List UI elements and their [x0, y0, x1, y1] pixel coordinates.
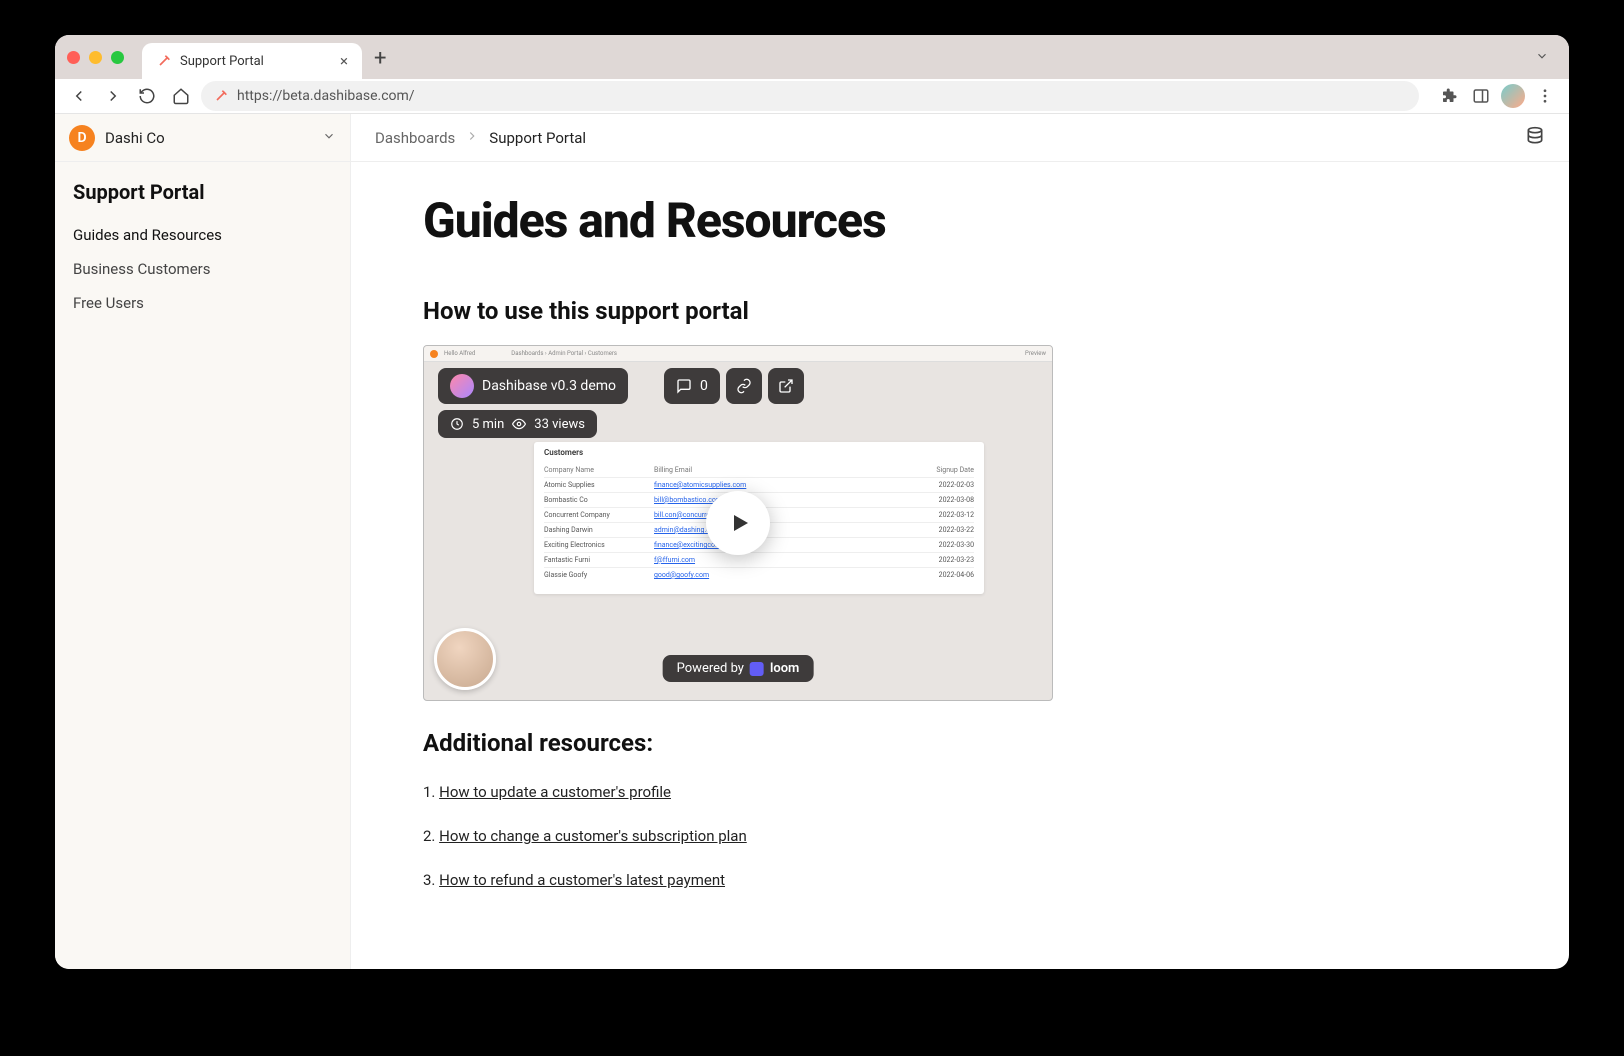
video-mock-header: Hello Alfred Dashboards › Admin Portal ›… [424, 346, 1052, 362]
extensions-icon[interactable] [1435, 82, 1463, 110]
section-resources: Additional resources: [423, 729, 1497, 757]
chevron-right-icon [465, 129, 479, 147]
play-button[interactable] [706, 491, 770, 555]
browser-tab[interactable]: Support Portal × [142, 43, 362, 79]
back-button[interactable] [65, 82, 93, 110]
tab-strip: Support Portal × + [55, 35, 1569, 79]
favicon-icon [156, 53, 172, 69]
tab-title: Support Portal [180, 54, 264, 69]
profile-avatar[interactable] [1499, 82, 1527, 110]
video-title-pill: Dashibase v0.3 demo [438, 368, 628, 404]
sidebar: D Dashi Co Support Portal Guides and Res… [55, 114, 351, 969]
tab-close-icon[interactable]: × [340, 52, 348, 70]
video-views: 33 views [534, 417, 585, 432]
link-icon [736, 378, 752, 394]
new-tab-button[interactable]: + [374, 48, 386, 70]
address-bar[interactable]: https://beta.dashibase.com/ [201, 81, 1419, 111]
url-text: https://beta.dashibase.com/ [237, 88, 415, 104]
window-maximize-icon[interactable] [111, 51, 124, 64]
window-minimize-icon[interactable] [89, 51, 102, 64]
tabs-dropdown-icon[interactable] [1535, 48, 1549, 67]
resource-item: 1. How to update a customer's profile [423, 783, 1497, 801]
page-title: Guides and Resources [423, 192, 1497, 249]
breadcrumb: Dashboards Support Portal [351, 114, 1569, 162]
browser-menu-icon[interactable] [1531, 82, 1559, 110]
sidebar-item-business[interactable]: Business Customers [63, 252, 342, 286]
resource-item: 3. How to refund a customer's latest pay… [423, 871, 1497, 889]
video-comments-count: 0 [700, 378, 708, 394]
sidebar-item-free-users[interactable]: Free Users [63, 286, 342, 320]
browser-toolbar: https://beta.dashibase.com/ [55, 79, 1569, 114]
resource-item: 2. How to change a customer's subscripti… [423, 827, 1497, 845]
breadcrumb-current: Support Portal [489, 129, 586, 147]
external-link-icon [778, 378, 794, 394]
video-comments-pill[interactable]: 0 [664, 368, 720, 404]
org-avatar: D [69, 125, 95, 151]
presenter-avatar-icon [450, 374, 474, 398]
reload-button[interactable] [133, 82, 161, 110]
forward-button[interactable] [99, 82, 127, 110]
sidebar-title: Support Portal [63, 180, 342, 218]
chevron-down-icon [322, 128, 336, 147]
site-info-icon[interactable] [213, 88, 229, 104]
loom-logo-icon [750, 662, 764, 676]
org-switcher[interactable]: D Dashi Co [55, 114, 350, 162]
home-button[interactable] [167, 82, 195, 110]
clock-icon [450, 417, 464, 431]
section-howto: How to use this support portal [423, 297, 1497, 325]
resource-link-3[interactable]: How to refund a customer's latest paymen… [439, 871, 725, 889]
resource-link-1[interactable]: How to update a customer's profile [439, 783, 671, 801]
play-icon [728, 511, 752, 535]
comment-icon [676, 378, 692, 394]
window-controls [67, 51, 124, 64]
window-close-icon[interactable] [67, 51, 80, 64]
powered-by-badge[interactable]: Powered by loom [663, 655, 814, 682]
breadcrumb-root[interactable]: Dashboards [375, 129, 455, 147]
video-embed[interactable]: Hello Alfred Dashboards › Admin Portal ›… [423, 345, 1053, 701]
database-icon[interactable] [1525, 126, 1545, 150]
sidebar-item-guides[interactable]: Guides and Resources [63, 218, 342, 252]
org-name: Dashi Co [105, 129, 312, 147]
video-title: Dashibase v0.3 demo [482, 378, 616, 394]
video-duration: 5 min [472, 417, 504, 432]
presenter-bubble [434, 628, 496, 690]
eye-icon [512, 417, 526, 431]
side-panel-icon[interactable] [1467, 82, 1495, 110]
video-open-external[interactable] [768, 368, 804, 404]
video-meta-pill: 5 min 33 views [438, 410, 597, 438]
resource-link-2[interactable]: How to change a customer's subscription … [439, 827, 747, 845]
video-copy-link[interactable] [726, 368, 762, 404]
content-area: Guides and Resources How to use this sup… [351, 162, 1569, 969]
